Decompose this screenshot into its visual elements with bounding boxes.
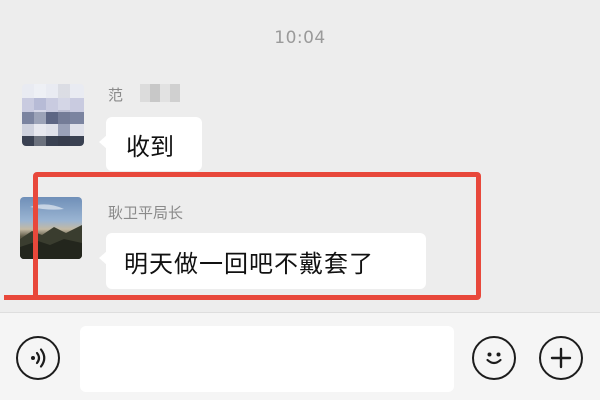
chat-message-area[interactable]: 10:04 范 收到 耿卫平局长 明天做一回吧不戴套了 [0, 0, 600, 312]
red-highlight-box [33, 172, 481, 300]
red-highlight-tail [4, 295, 38, 300]
message-bubble[interactable]: 收到 [99, 117, 202, 171]
message-text: 收到 [126, 132, 174, 161]
voice-icon[interactable] [16, 336, 60, 380]
message-input[interactable] [80, 326, 454, 392]
emoji-icon[interactable] [472, 336, 516, 380]
message-timestamp: 10:04 [274, 28, 326, 48]
plus-icon[interactable] [539, 336, 583, 380]
name-redaction-mosaic [140, 84, 180, 102]
sender-name: 范 [108, 86, 124, 104]
blurred-avatar-icon[interactable] [22, 84, 84, 146]
